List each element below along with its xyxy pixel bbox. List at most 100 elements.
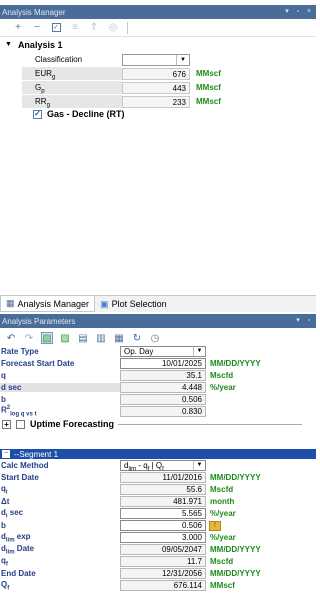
toolbar-separator: [127, 21, 128, 34]
remove-icon[interactable]: −: [32, 22, 42, 33]
forecast-start-date-field[interactable]: 10/01/2025: [120, 358, 206, 369]
refresh-icon[interactable]: ↻: [131, 332, 143, 344]
grid-icon: ▦: [6, 298, 15, 308]
dlim-date-row: dlim Date 09/05/2047 MM/DD/YYYY: [0, 544, 316, 556]
segment-header[interactable]: − -- Segment 1: [0, 449, 316, 459]
float-icon[interactable]: ▫: [294, 8, 302, 16]
group-rule: [118, 423, 302, 425]
b-label: b: [1, 395, 6, 404]
check-icon[interactable]: ✓: [51, 23, 61, 33]
q-row: q 35.1 Mscfd: [0, 370, 316, 381]
cumulative-qf-unit: MMscf: [210, 581, 235, 590]
segment-b-row: b 0.506 !: [0, 520, 316, 531]
analysis-manager-titlebar: Analysis Manager ▾ ▫ ×: [0, 5, 316, 19]
analysis-parameters-toolbar: ↶ ↷ ▧ ▨ ▤ ▥ ▦ ↻ ◷: [0, 330, 316, 346]
rate-type-select[interactable]: Op. Day ▼: [120, 346, 206, 357]
start-date-unit: MM/DD/YYYY: [210, 473, 261, 482]
end-date-row: End Date 12/31/2056 MM/DD/YYYY: [0, 568, 316, 579]
fit-segment-icon[interactable]: ▥: [95, 332, 107, 344]
di-sec-label: di sec: [1, 507, 24, 520]
pin-icon[interactable]: ▾: [283, 8, 291, 16]
qf-unit: Mscfd: [210, 557, 234, 566]
qf-label: qf: [1, 555, 8, 568]
gp-label: Gp: [22, 81, 122, 95]
calc-method-row: Calc Method dlim - qf | Qf ▼: [0, 460, 316, 473]
fit-range-icon[interactable]: ▤: [77, 332, 89, 344]
r2-label: R2log q vs t: [1, 405, 37, 418]
tab-plot-selection-label: Plot Selection: [111, 299, 167, 309]
end-date-label: End Date: [1, 569, 36, 578]
gas-decline-checkbox[interactable]: ✓: [33, 109, 42, 119]
dlim-exp-field[interactable]: 3.000: [120, 532, 206, 543]
tab-analysis-manager-label: Analysis Manager: [17, 298, 90, 309]
dlim-exp-label: dlim exp: [1, 531, 31, 544]
gas-decline-item[interactable]: ✓ Gas - Decline (RT): [33, 109, 125, 119]
end-date-value: 12/31/2056: [120, 568, 206, 579]
eur-row: EURg 676 MMscf: [22, 67, 222, 81]
d-sec-value[interactable]: 4.448: [120, 382, 206, 393]
analysis-parameters-title: Analysis Parameters: [2, 316, 76, 326]
qf-value: 11.7: [120, 556, 206, 567]
collapse-icon[interactable]: ≡: [70, 22, 80, 33]
classification-select[interactable]: ▼: [122, 53, 190, 66]
uptime-forecasting-group: + Uptime Forecasting: [2, 418, 302, 430]
rate-type-value: Op. Day: [124, 347, 154, 356]
d-sec-unit: %/year: [210, 383, 236, 392]
dlim-exp-unit: %/year: [210, 533, 236, 542]
forecast-start-date-row: Forecast Start Date 10/01/2025 MM/DD/YYY…: [0, 358, 316, 369]
start-date-value: 11/01/2016: [120, 472, 206, 483]
uptime-forecasting-checkbox[interactable]: [16, 419, 25, 429]
segment-title: Segment 1: [19, 449, 59, 459]
uptime-forecasting-label: Uptime Forecasting: [30, 419, 115, 429]
plot-icon: ▣: [100, 298, 109, 309]
expand-icon[interactable]: ⇑: [89, 22, 99, 33]
redo-icon[interactable]: ↷: [23, 332, 35, 344]
calc-method-label: Calc Method: [1, 461, 49, 470]
expand-arrow-icon[interactable]: ▼: [5, 41, 12, 48]
add-icon[interactable]: +: [13, 22, 23, 33]
lock-warning-icon[interactable]: !: [209, 520, 221, 531]
chevron-down-icon[interactable]: ▼: [193, 461, 205, 470]
cumulative-qf-value: 676.114: [120, 580, 206, 591]
r2-row: R2log q vs t 0.830: [0, 405, 316, 418]
d-sec-row: d sec 4.448 %/year: [0, 382, 316, 393]
q-unit: Mscfd: [210, 371, 234, 380]
dlim-date-unit: MM/DD/YYYY: [210, 545, 261, 554]
segment-b-field[interactable]: 0.506: [120, 520, 206, 531]
qi-unit: Mscfd: [210, 485, 234, 494]
classification-label: Classification: [35, 55, 83, 64]
rr-value: 233: [122, 95, 190, 108]
tab-plot-selection[interactable]: ▣ Plot Selection: [95, 296, 172, 312]
qf-row: qf 11.7 Mscfd: [0, 555, 316, 568]
rr-label: RRg: [22, 95, 122, 109]
chevron-down-icon[interactable]: ▼: [176, 54, 189, 65]
fit-forecast-icon[interactable]: ▨: [59, 332, 71, 344]
gas-decline-label: Gas - Decline (RT): [47, 109, 125, 119]
segment-b-label: b: [1, 521, 6, 530]
pin-icon[interactable]: ▾: [294, 317, 302, 325]
rr-unit: MMscf: [196, 97, 221, 106]
table-icon[interactable]: ▦: [113, 332, 125, 344]
fit-icon[interactable]: ▧: [41, 332, 53, 344]
d-sec-label: d sec: [0, 383, 120, 392]
eur-value: 676: [122, 67, 190, 80]
expand-plus-icon[interactable]: +: [2, 419, 11, 429]
clock-icon[interactable]: ◷: [149, 332, 161, 344]
di-sec-field[interactable]: 5.565: [120, 508, 206, 519]
float-icon[interactable]: ▫: [305, 317, 313, 325]
close-icon[interactable]: ×: [305, 8, 313, 16]
qi-row: qi 55.6 Mscfd: [0, 483, 316, 496]
tree-root-analysis-1[interactable]: ▼ Analysis 1: [0, 38, 316, 51]
qi-value: 55.6: [120, 484, 206, 495]
chevron-down-icon[interactable]: ▼: [193, 347, 205, 356]
analysis-parameters-titlebar: Analysis Parameters ▾ ▫: [0, 314, 316, 328]
eur-label: EURg: [22, 67, 122, 81]
collapse-minus-icon[interactable]: −: [2, 450, 10, 458]
qi-label: qi: [1, 483, 8, 496]
calc-method-select[interactable]: dlim - qf | Qf ▼: [120, 460, 206, 473]
undo-icon[interactable]: ↶: [5, 332, 17, 344]
analysis-manager-title: Analysis Manager: [2, 7, 66, 17]
target-icon[interactable]: ◎: [108, 22, 118, 33]
cumulative-qf-row: Qf 676.114 MMscf: [0, 580, 316, 592]
tab-analysis-manager[interactable]: ▦ Analysis Manager: [0, 296, 96, 312]
